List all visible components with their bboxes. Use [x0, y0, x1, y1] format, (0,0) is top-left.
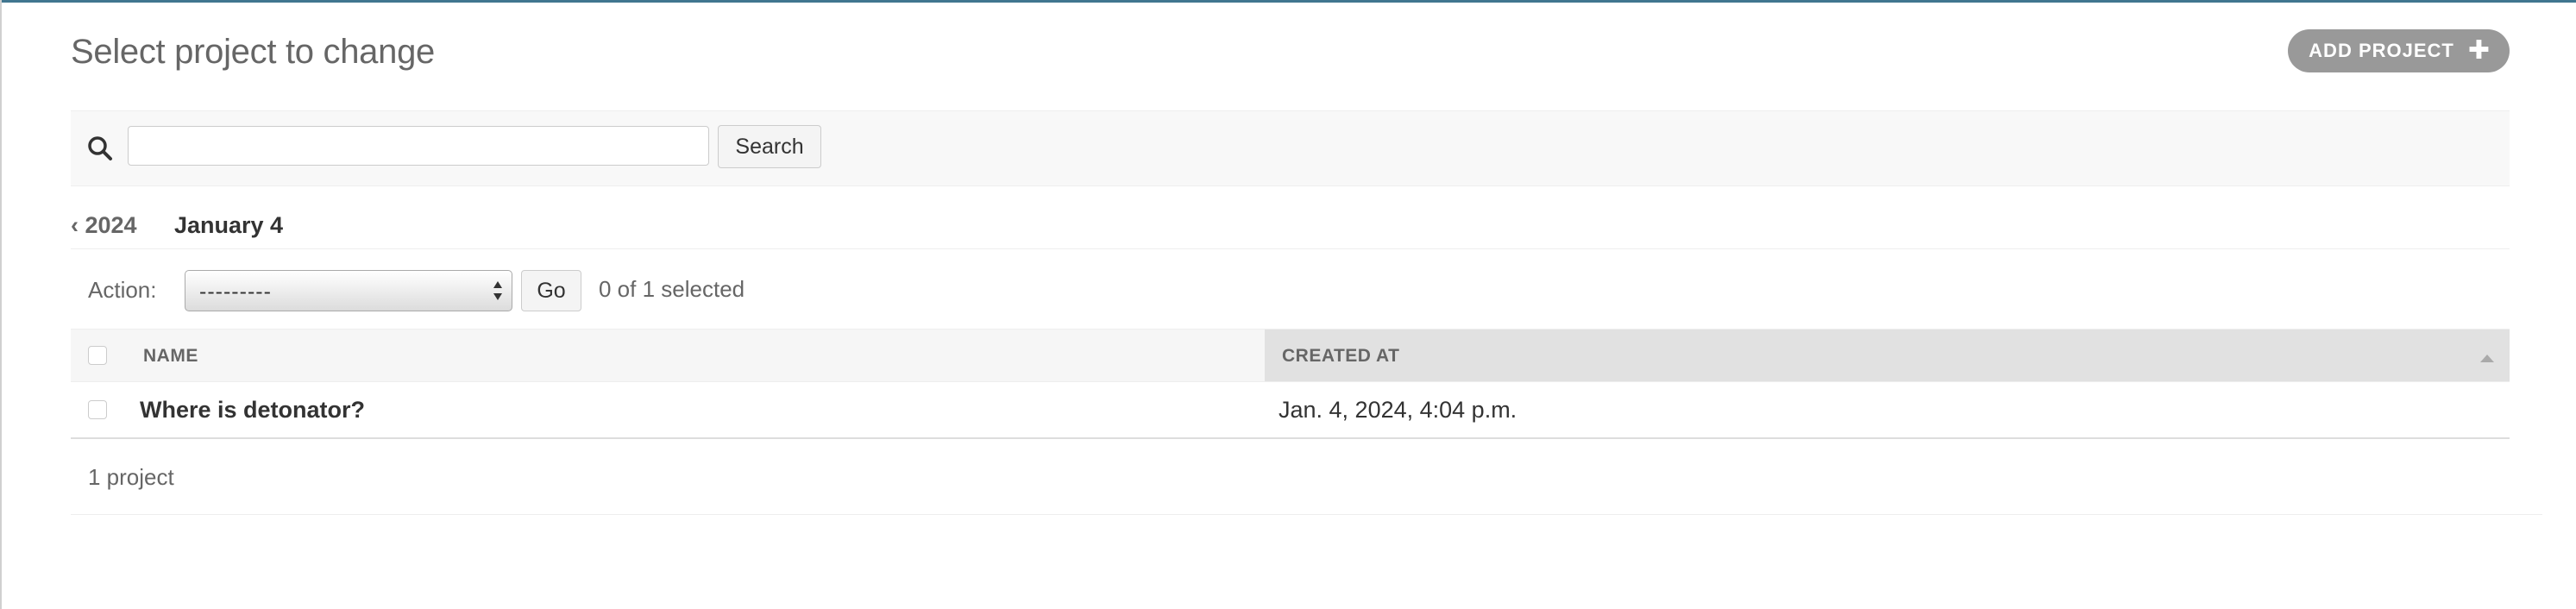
column-header-label: CREATED AT: [1282, 346, 1400, 366]
actions-bar: Action: --------- Go 0 of 1 selected: [71, 249, 2510, 330]
header-row: Select project to change ADD PROJECT ✚: [71, 0, 2542, 110]
search-button[interactable]: Search: [718, 125, 821, 168]
date-hierarchy: ‹ 2024 January 4: [71, 207, 2510, 249]
results-table: CREATED AT NAME Where is detonator? Jan.…: [71, 329, 2510, 439]
selection-status: 0 of 1 selected: [599, 276, 745, 302]
date-current: January 4: [174, 212, 284, 238]
table-header: CREATED AT NAME: [71, 329, 2510, 382]
row-name-link[interactable]: Where is detonator?: [140, 397, 365, 424]
search-input[interactable]: [128, 126, 709, 166]
left-border: [0, 0, 2, 609]
page-title: Select project to change: [71, 33, 435, 71]
action-label: Action:: [88, 277, 157, 303]
paginator: 1 project: [71, 440, 2542, 515]
action-select-value: ---------: [199, 279, 272, 304]
date-back-link[interactable]: ‹ 2024: [71, 212, 137, 239]
add-project-label: ADD PROJECT: [2309, 40, 2454, 61]
row-created-at: Jan. 4, 2024, 4:04 p.m.: [1279, 397, 1517, 423]
result-count: 1 project: [88, 464, 174, 490]
action-select[interactable]: ---------: [185, 270, 512, 311]
plus-icon: ✚: [2467, 36, 2491, 65]
search-icon: [88, 136, 112, 160]
table-row: Where is detonator? Jan. 4, 2024, 4:04 p…: [71, 382, 2510, 439]
go-button[interactable]: Go: [521, 270, 581, 311]
column-header-created-at[interactable]: CREATED AT: [1265, 330, 2510, 381]
search-toolbar: Search: [71, 110, 2510, 186]
select-all-checkbox[interactable]: [88, 346, 107, 365]
add-project-button[interactable]: ADD PROJECT ✚: [2288, 29, 2510, 72]
changelist-content: Select project to change ADD PROJECT ✚ S…: [71, 0, 2542, 515]
select-arrows-icon: [493, 281, 502, 300]
row-checkbox[interactable]: [88, 400, 107, 419]
column-header-name: NAME: [143, 346, 198, 366]
sort-ascending-icon[interactable]: [2480, 355, 2494, 362]
